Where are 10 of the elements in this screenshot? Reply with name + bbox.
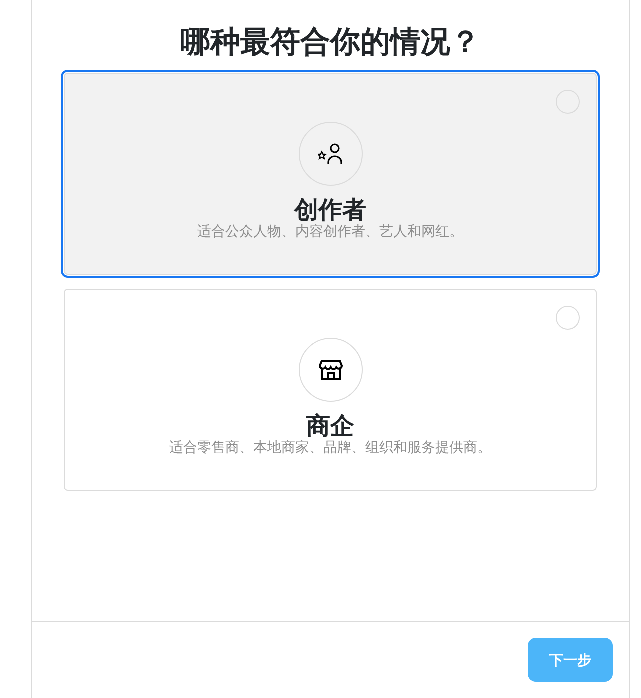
option-description: 适合零售商、本地商家、品牌、组织和服务提供商。 [170, 439, 492, 456]
person-star-icon [318, 143, 344, 165]
storefront-icon [318, 359, 342, 381]
page-title: 哪种最符合你的情况？ [180, 26, 482, 59]
option-description: 适合公众人物、内容创作者、艺人和网红。 [198, 223, 464, 240]
option-card[interactable]: 创作者 适合公众人物、内容创作者、艺人和网红。 [64, 73, 597, 275]
option-title: 创作者 [294, 198, 366, 224]
radio-button[interactable] [556, 306, 580, 330]
option-card[interactable]: 商企 适合零售商、本地商家、品牌、组织和服务提供商。 [64, 289, 597, 491]
option-title: 商企 [306, 414, 354, 440]
